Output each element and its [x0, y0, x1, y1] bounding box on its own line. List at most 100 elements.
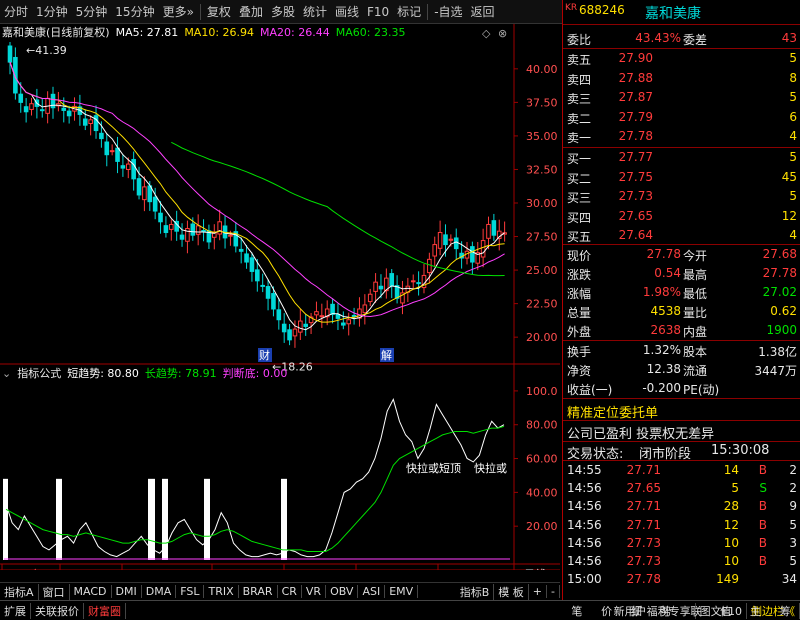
sell-level-price: 27.87	[618, 90, 653, 105]
indicator-tab[interactable]: FSL	[176, 585, 205, 598]
indicator-tab[interactable]: DMA	[142, 585, 177, 598]
quote-value: 1.98%	[642, 285, 681, 299]
candle-body	[142, 186, 147, 201]
trade-state-row: 交易状态: 闭市阶段 15:30:08	[563, 442, 800, 462]
toolbar-item[interactable]: 1分钟	[32, 3, 72, 20]
quote-panel-tab[interactable]: 筹	[780, 603, 791, 619]
toolbar-item[interactable]: F10	[363, 5, 393, 19]
buy-level-price: 27.64	[618, 228, 653, 243]
quote-panel-tab[interactable]: 联	[690, 603, 701, 619]
toolbar-item[interactable]: 分时	[0, 3, 32, 20]
indicator-tab[interactable]: BRAR	[239, 585, 278, 598]
toolbar-item[interactable]: 统计	[299, 3, 331, 20]
quote-label: 最低	[683, 287, 708, 301]
candle-body	[125, 163, 131, 171]
quote-label: 量比	[683, 306, 708, 320]
candle-body	[480, 240, 486, 258]
candle-body	[152, 196, 158, 212]
candle-body	[179, 234, 185, 240]
sell-level-row: 卖一 27.78 4	[563, 128, 800, 146]
candle-body	[201, 229, 206, 232]
indicator-tab[interactable]: CR	[278, 585, 302, 598]
indicator-tab[interactable]: +	[529, 585, 548, 598]
quote-label: 现价	[567, 249, 592, 263]
tick-time: 14:56	[567, 517, 602, 532]
status-bar-item[interactable]: 扩展	[0, 602, 31, 619]
toolbar-item[interactable]: 5分钟	[72, 3, 112, 20]
candle-body	[319, 315, 325, 318]
weicha-label: 委差	[683, 33, 708, 47]
toolbar-item[interactable]: 复权	[203, 3, 235, 20]
short-trend-label: 短趋势: 80.80	[67, 367, 139, 380]
tick-time: 14:56	[567, 481, 602, 496]
indicator-tab[interactable]: ASI	[358, 585, 386, 598]
quote-panel-tab[interactable]: 价	[601, 603, 612, 619]
indicator-tab[interactable]: VR	[302, 585, 327, 598]
toolbar-separator	[199, 3, 201, 20]
buy-level-label: 买三	[567, 191, 592, 206]
quote-panel-tab[interactable]: 细	[631, 603, 642, 619]
quote-row: 涨幅 1.98% 最低 27.02	[563, 284, 800, 302]
candle-body	[470, 246, 475, 263]
toolbar-item[interactable]: 返回	[467, 3, 499, 20]
long-trend-label: 长趋势: 78.91	[144, 367, 217, 380]
toolbar-item[interactable]: 多股	[267, 3, 299, 20]
tick-price: 27.65	[626, 481, 661, 496]
buy-level-volume: 12	[781, 208, 797, 223]
quote-row: 总量 4538 量比 0.62	[563, 303, 800, 321]
toolbar-item[interactable]: -自选	[430, 3, 466, 20]
indicator-tab[interactable]: DMI	[112, 585, 142, 598]
price-axis-tick: 40.00	[526, 63, 558, 76]
quote-panel-tab[interactable]: 笔	[571, 603, 582, 619]
indicator-menu-icon[interactable]: ⌄	[2, 367, 11, 380]
candle-body	[120, 165, 126, 169]
quote-row: 外盘 2638 内盘 1900	[563, 322, 800, 340]
toolbar-item[interactable]: 画线	[331, 3, 363, 20]
candle-body	[136, 178, 142, 196]
stats-value: -0.200	[642, 381, 681, 395]
candle-body	[265, 286, 271, 299]
toolbar-item[interactable]: 标记	[393, 3, 425, 20]
quote-panel-tab[interactable]: 主	[750, 603, 761, 619]
indicator-tab[interactable]: 指标B	[456, 583, 495, 600]
price-axis-tick: 27.50	[526, 231, 558, 244]
long-trend-line	[5, 425, 505, 552]
close-icon: ⊗	[498, 27, 507, 40]
indicator-tab[interactable]: TRIX	[204, 585, 239, 598]
status-bar-item[interactable]: 财富圈	[84, 602, 126, 619]
time-axis-label: 5	[286, 568, 293, 570]
quote-label: 外盘	[567, 325, 592, 339]
buy-level-price: 27.65	[618, 208, 653, 223]
promo-row[interactable]: 精准定位委托单	[563, 401, 800, 421]
toolbar-item[interactable]: 叠加	[235, 3, 267, 20]
indicator-tab[interactable]: 窗口	[39, 583, 70, 600]
quote-row: 现价 27.78 今开 27.68	[563, 246, 800, 264]
indicator-tab[interactable]: OBV	[326, 585, 359, 598]
tick-count: 2	[789, 481, 797, 496]
indicator-tab[interactable]: 模 板	[494, 583, 529, 600]
tick-row: 14:56 27.71 12 B 5	[563, 517, 800, 535]
status-bar-item[interactable]: 关联报价	[31, 602, 84, 619]
indicator-tab[interactable]: EMV	[385, 585, 419, 598]
sell-level-price: 27.78	[618, 129, 653, 144]
stock-name: 嘉和美康	[645, 6, 701, 22]
bottom-signal-bar	[56, 478, 62, 560]
tick-price: 27.73	[626, 535, 661, 550]
sell-level-label: 卖五	[567, 53, 592, 67]
candle-body	[271, 293, 276, 310]
quote-panel-tab[interactable]: 势	[661, 603, 672, 619]
sell-level-row: 卖三 27.87 5	[563, 89, 800, 107]
quote-value: 2638	[650, 323, 681, 337]
indicator-tab[interactable]: 指标A	[0, 583, 39, 600]
indicator-title[interactable]: 指标公式	[17, 365, 61, 381]
quote-panel-tab[interactable]: 值	[720, 603, 731, 619]
kline-chart[interactable]: 40.00 37.50 35.00 32.50 30.00 27.50 25.00 22.50…	[0, 24, 560, 570]
toolbar-item[interactable]: 15分钟	[111, 3, 158, 20]
quote-value: 1900	[766, 323, 797, 337]
indicator-tab[interactable]: MACD	[70, 585, 112, 598]
time-axis-label: 4	[214, 568, 221, 570]
toolbar-item[interactable]: 更多»	[159, 3, 198, 20]
candle-body	[410, 280, 416, 283]
indicator-tab[interactable]: -	[547, 585, 560, 598]
tick-price: 27.78	[626, 572, 661, 587]
